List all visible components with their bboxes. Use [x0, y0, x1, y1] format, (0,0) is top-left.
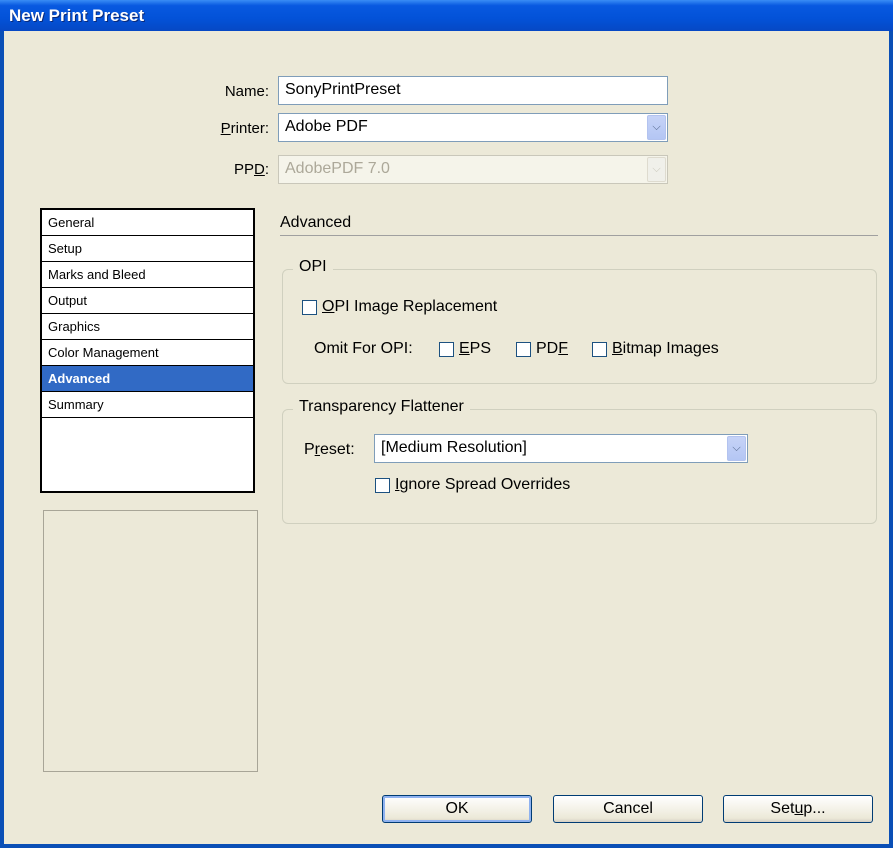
- opi-image-replacement-label[interactable]: OPI Image Replacement: [322, 298, 497, 316]
- ignore-spread-overrides-label[interactable]: Ignore Spread Overrides: [395, 476, 570, 494]
- list-item-general[interactable]: General: [42, 210, 253, 236]
- omit-bitmap-label[interactable]: Bitmap Images: [612, 340, 719, 358]
- printer-dropdown[interactable]: Adobe PDF ⌵: [278, 113, 668, 142]
- name-value: SonyPrintPreset: [285, 81, 401, 98]
- omit-pdf-label[interactable]: PDF: [536, 340, 568, 358]
- section-title: Advanced: [280, 214, 352, 231]
- chevron-down-icon: ⌵: [647, 157, 666, 182]
- name-label: Name:: [224, 83, 269, 100]
- flattener-group-title: Transparency Flattener: [293, 398, 470, 416]
- ppd-dropdown: AdobePDF 7.0 ⌵: [278, 155, 668, 184]
- opi-group: OPI: [282, 258, 877, 384]
- section-divider: [280, 235, 878, 236]
- printer-value: Adobe PDF: [285, 118, 368, 135]
- title-bar[interactable]: New Print Preset: [0, 0, 893, 31]
- preset-dropdown[interactable]: [Medium Resolution] ⌵: [374, 434, 748, 463]
- preview-pane: [43, 510, 258, 772]
- window-title: New Print Preset: [9, 6, 145, 25]
- list-item-output[interactable]: Output: [42, 288, 253, 314]
- dialog-window: New Print Preset Name: SonyPrintPreset P…: [0, 0, 893, 848]
- omit-bitmap-checkbox[interactable]: [592, 342, 607, 357]
- preset-value: [Medium Resolution]: [381, 439, 527, 456]
- printer-label: Printer:: [220, 120, 269, 137]
- list-item-marks-and-bleed[interactable]: Marks and Bleed: [42, 262, 253, 288]
- flattener-group: Transparency Flattener: [282, 398, 877, 524]
- omit-pdf-checkbox[interactable]: [516, 342, 531, 357]
- chevron-down-icon[interactable]: ⌵: [647, 115, 666, 140]
- list-item-color-management[interactable]: Color Management: [42, 340, 253, 366]
- omit-eps-checkbox[interactable]: [439, 342, 454, 357]
- cancel-button[interactable]: Cancel: [553, 795, 703, 823]
- list-item-graphics[interactable]: Graphics: [42, 314, 253, 340]
- opi-group-title: OPI: [293, 258, 333, 276]
- omit-eps-label[interactable]: EPS: [459, 340, 491, 358]
- ok-button[interactable]: OK: [382, 795, 532, 823]
- preset-label: Preset:: [304, 441, 355, 458]
- opi-image-replacement-checkbox[interactable]: [302, 300, 317, 315]
- category-list[interactable]: General Setup Marks and Bleed Output Gra…: [40, 208, 255, 493]
- omit-for-opi-label: Omit For OPI:: [314, 340, 413, 357]
- list-item-summary[interactable]: Summary: [42, 392, 253, 418]
- name-field[interactable]: SonyPrintPreset: [278, 76, 668, 105]
- list-item-advanced[interactable]: Advanced: [42, 366, 253, 392]
- ignore-spread-overrides-checkbox[interactable]: [375, 478, 390, 493]
- ppd-label: PPD:: [233, 161, 269, 178]
- ppd-value: AdobePDF 7.0: [285, 160, 390, 177]
- chevron-down-icon[interactable]: ⌵: [727, 436, 746, 461]
- setup-button[interactable]: Setup...: [723, 795, 873, 823]
- list-item-setup[interactable]: Setup: [42, 236, 253, 262]
